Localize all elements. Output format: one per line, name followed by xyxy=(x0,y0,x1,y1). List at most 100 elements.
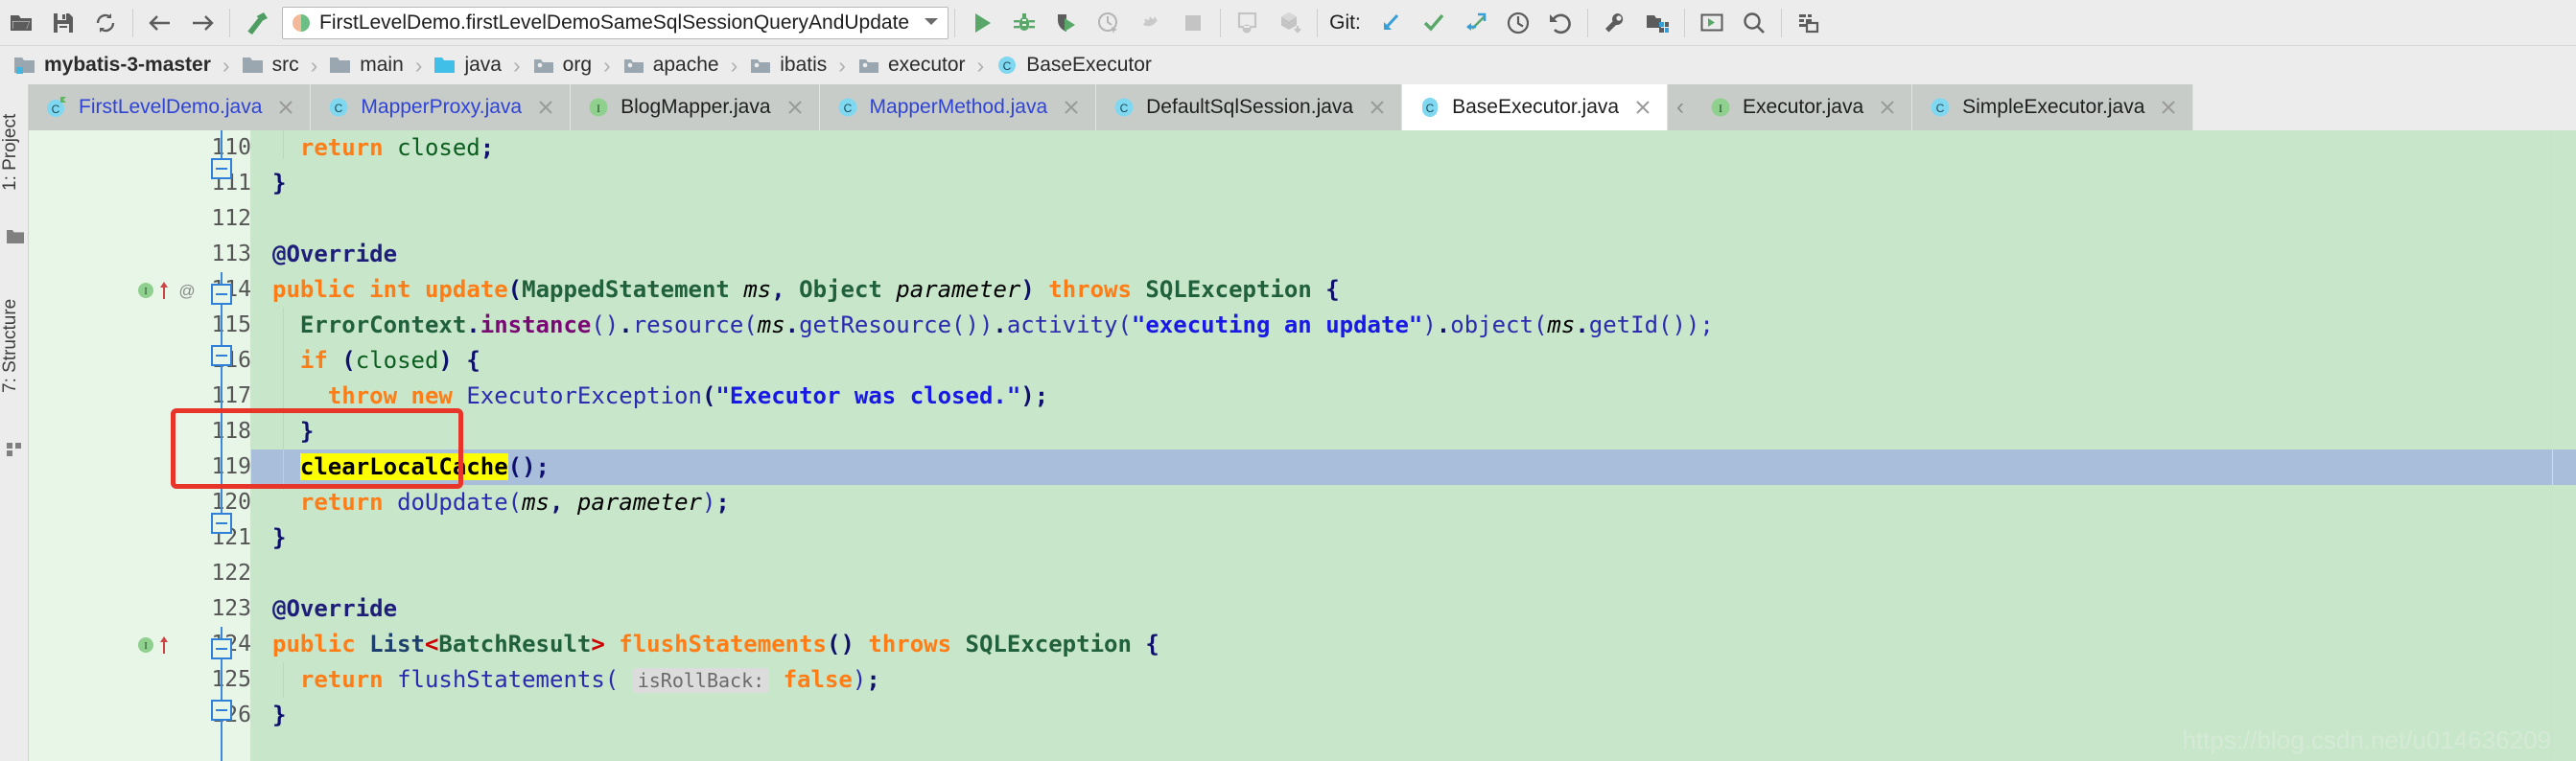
code-text: } xyxy=(272,524,287,551)
fold-toggle-icon[interactable] xyxy=(211,513,232,534)
code-line[interactable]: return doUpdate(ms, parameter); xyxy=(251,485,2576,520)
code-text-area[interactable]: return closed; } @Override public int up… xyxy=(251,130,2576,761)
close-icon[interactable] xyxy=(275,97,296,118)
close-icon[interactable] xyxy=(785,97,806,118)
code-line[interactable]: @Override xyxy=(251,591,2576,627)
annotation-at-icon[interactable]: @ xyxy=(176,272,198,308)
editor-tab-executor[interactable]: I Executor.java xyxy=(1693,84,1913,130)
run-icon[interactable] xyxy=(961,2,1003,44)
fold-toggle-icon[interactable] xyxy=(211,700,232,721)
implementing-method-icon[interactable]: I xyxy=(136,272,155,308)
sync-gradle-icon[interactable] xyxy=(1227,2,1269,44)
close-icon[interactable] xyxy=(1061,97,1082,118)
editor-tab-baseexecutor[interactable]: C BaseExecutor.java xyxy=(1402,84,1669,130)
scrollbar-selection-marker xyxy=(2553,450,2576,485)
history-clock-icon[interactable] xyxy=(1497,2,1539,44)
rollback-icon[interactable] xyxy=(1539,2,1581,44)
breadcrumb-item-apache[interactable]: apache xyxy=(622,46,719,84)
push-icon[interactable] xyxy=(1455,2,1497,44)
svg-text:C: C xyxy=(52,103,60,116)
editor-tab-mapperproxy[interactable]: C MapperProxy.java xyxy=(311,84,572,130)
code-line[interactable]: public int update(MappedStatement ms, Ob… xyxy=(251,272,2576,308)
module-icon xyxy=(13,55,36,76)
open-folder-icon[interactable] xyxy=(0,2,42,44)
close-icon[interactable] xyxy=(1367,97,1388,118)
build-hammer-icon[interactable] xyxy=(236,2,278,44)
fold-guide-line xyxy=(221,130,222,159)
code-line[interactable]: return closed; xyxy=(251,130,2576,166)
update-project-icon[interactable] xyxy=(1370,2,1413,44)
implementing-method-icon[interactable]: I xyxy=(136,627,155,662)
folder-icon xyxy=(242,55,265,76)
android-group xyxy=(1227,0,1311,46)
project-structure-icon[interactable] xyxy=(1636,2,1678,44)
close-icon[interactable] xyxy=(1632,97,1653,118)
commit-checkmark-icon[interactable] xyxy=(1413,2,1455,44)
breadcrumb-item-module[interactable]: mybatis-3-master xyxy=(13,46,211,84)
select-in-icon[interactable] xyxy=(1788,2,1830,44)
editor-tab-simpleexecutor[interactable]: C SimpleExecutor.java xyxy=(1912,84,2194,130)
back-arrow-icon[interactable] xyxy=(139,2,181,44)
settings-wrench-icon[interactable] xyxy=(1594,2,1636,44)
close-icon[interactable] xyxy=(2158,97,2179,118)
code-line[interactable]: return flushStatements( isRollBack: fals… xyxy=(251,662,2576,698)
sidebar-item-structure[interactable]: 7: Structure xyxy=(0,265,29,427)
chevron-down-icon[interactable] xyxy=(923,14,940,32)
breadcrumb-item-class[interactable]: C BaseExecutor xyxy=(995,46,1152,84)
editor-tab-firstleveldemo[interactable]: C FirstLevelDemo.java xyxy=(29,84,312,130)
code-line[interactable]: throw new ExecutorException("Executor wa… xyxy=(251,379,2576,414)
toolbar-divider xyxy=(1780,8,1782,37)
debug-icon[interactable] xyxy=(1003,2,1045,44)
breadcrumb-item-org[interactable]: org xyxy=(532,46,592,84)
editor-scrollbar-column[interactable] xyxy=(2552,130,2576,761)
breadcrumb-item-java[interactable]: java xyxy=(433,46,502,84)
code-line[interactable] xyxy=(251,556,2576,591)
run-configuration-selector[interactable]: FirstLevelDemo.firstLevelDemoSameSqlSess… xyxy=(282,6,949,39)
sidebar-item-project[interactable]: 1: Project xyxy=(0,90,29,215)
profile-icon[interactable] xyxy=(1088,2,1130,44)
breadcrumb-label: src xyxy=(271,54,299,76)
attach-profiler-icon[interactable] xyxy=(1130,2,1172,44)
code-line[interactable]: if (closed) { xyxy=(251,343,2576,379)
code-editor[interactable]: 110 111 112 113 114 115 116 117 118 119 … xyxy=(29,130,2576,761)
svg-text:C: C xyxy=(843,102,852,115)
editor-tab-blogmapper[interactable]: I BlogMapper.java xyxy=(571,84,820,130)
fold-toggle-icon[interactable] xyxy=(211,345,232,366)
breadcrumb-item-main[interactable]: main xyxy=(329,46,404,84)
overriding-method-arrow-icon[interactable] xyxy=(157,272,171,308)
toolbar-divider xyxy=(1586,8,1588,37)
avd-manager-icon[interactable] xyxy=(1269,2,1311,44)
code-line[interactable] xyxy=(251,201,2576,237)
editor-tab-mappermethod[interactable]: C MapperMethod.java xyxy=(819,84,1097,130)
breadcrumb-item-src[interactable]: src xyxy=(242,46,299,84)
run-with-coverage-icon[interactable] xyxy=(1045,2,1088,44)
code-line[interactable]: } xyxy=(251,166,2576,201)
fold-toggle-icon[interactable] xyxy=(211,284,232,305)
java-class-test-icon: C xyxy=(44,95,69,120)
code-line[interactable]: } xyxy=(251,520,2576,556)
code-line[interactable]: @Override xyxy=(251,237,2576,272)
breadcrumb-item-ibatis[interactable]: ibatis xyxy=(749,46,827,84)
editor-tab-defaultsqlsession[interactable]: C DefaultSqlSession.java xyxy=(1096,84,1403,130)
save-all-icon[interactable] xyxy=(42,2,84,44)
close-icon[interactable] xyxy=(1877,97,1898,118)
fold-toggle-icon[interactable] xyxy=(211,638,232,659)
sync-icon[interactable] xyxy=(84,2,127,44)
breadcrumb-item-executor[interactable]: executor xyxy=(857,46,966,84)
fold-toggle-icon[interactable] xyxy=(211,158,232,179)
editor-gutter[interactable]: 110 111 112 113 114 115 116 117 118 119 … xyxy=(29,130,251,761)
breadcrumb-separator: › xyxy=(603,52,611,78)
stop-icon[interactable] xyxy=(1172,2,1214,44)
forward-arrow-icon[interactable] xyxy=(181,2,223,44)
run-anything-icon[interactable] xyxy=(1691,2,1733,44)
breadcrumb-label: mybatis-3-master xyxy=(44,54,211,76)
code-line[interactable]: public List<BatchResult> flushStatements… xyxy=(251,627,2576,662)
code-line[interactable]: ErrorContext.instance().resource(ms.getR… xyxy=(251,308,2576,343)
close-icon[interactable] xyxy=(535,97,556,118)
code-line[interactable]: } xyxy=(251,414,2576,450)
code-line[interactable]: clearLocalCache(); xyxy=(251,450,2576,485)
overriding-method-arrow-icon[interactable] xyxy=(157,627,171,662)
tab-overflow-chevron-icon[interactable]: ‹ xyxy=(1668,84,1694,130)
search-everywhere-icon[interactable] xyxy=(1733,2,1775,44)
java-class-icon: C xyxy=(1112,95,1136,120)
